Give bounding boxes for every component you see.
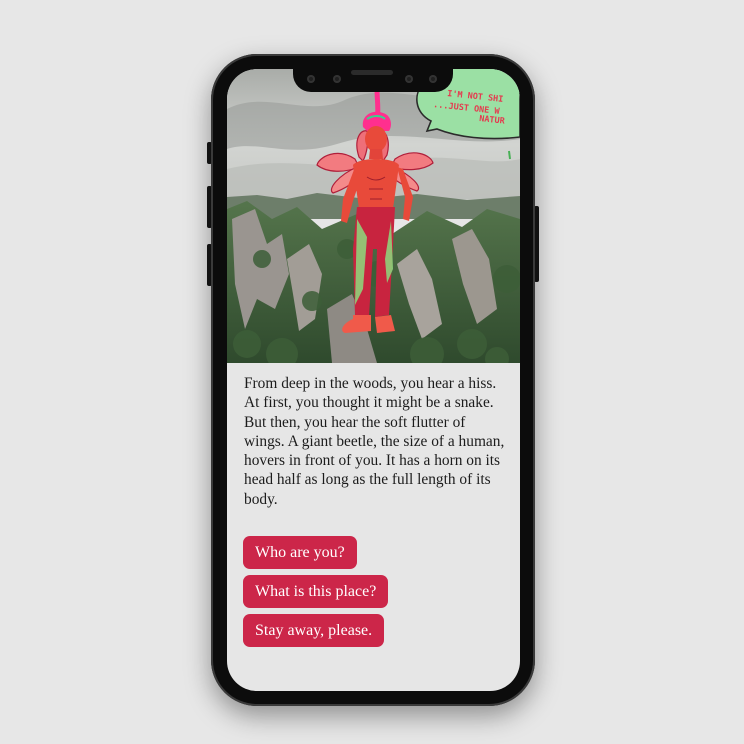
scene-illustration: I'M NOT SHI ...JUST ONE W NATUR [227,69,520,363]
phone-screen: I'M NOT SHI ...JUST ONE W NATUR From dee… [227,69,520,691]
story-text: From deep in the woods, you hear a hiss.… [244,375,505,508]
proximity-sensor-icon [405,75,413,83]
choice-button-what-is-this-place[interactable]: What is this place? [243,575,389,608]
choice-button-who-are-you[interactable]: Who are you? [243,536,357,569]
choice-list: Who are you? What is this place? Stay aw… [243,536,389,653]
phone-notch [293,66,453,92]
front-camera-icon [429,75,437,83]
sensor-icon [333,75,341,83]
camera-icon [307,75,315,83]
choice-button-stay-away[interactable]: Stay away, please. [243,614,385,647]
earpiece-speaker [351,70,393,75]
